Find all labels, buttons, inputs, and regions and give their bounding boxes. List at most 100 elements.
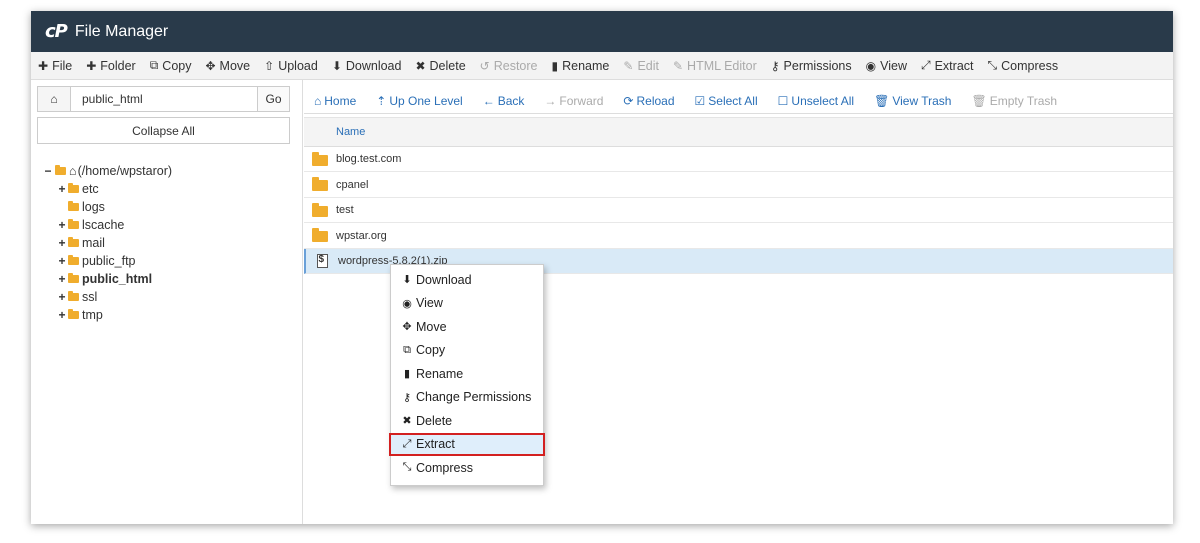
expand-toggle-icon[interactable]: +: [57, 236, 67, 250]
nav-up-one-level-button[interactable]: ⇡ Up One Level: [366, 94, 472, 108]
toolbar-rename-button[interactable]: ▮ Rename: [545, 59, 617, 73]
context-menu-compress[interactable]: ⤡ Compress: [391, 456, 543, 480]
context-menu-view[interactable]: ◉ View: [391, 292, 543, 316]
tree-item-etc[interactable]: + etc: [43, 180, 172, 198]
nav-button-label: Select All: [708, 93, 758, 108]
toolbar-button-label: File: [52, 58, 73, 73]
tree-item-ssl[interactable]: + ssl: [43, 288, 172, 306]
copy-icon: ⧉: [149, 58, 159, 72]
main-toolbar: ✚ File ✚ Folder ⧉ Copy ✥ Move ⇧ Upload ⬇ Download ✖ D…: [31, 52, 1173, 80]
nav-view-trash-button[interactable]: 🗑 View Trash: [864, 94, 961, 108]
toolbar-upload-button[interactable]: ⇧ Upload: [257, 59, 325, 73]
context-menu-download[interactable]: ⬇ Download: [391, 268, 543, 292]
toolbar-download-button[interactable]: ⬇ Download: [325, 59, 409, 73]
tree-root-label: (/home/wpstaror): [77, 164, 173, 178]
nav-button-label: Unselect All: [791, 93, 855, 108]
expand-toggle-icon[interactable]: +: [57, 272, 67, 286]
toolbar-permissions-button[interactable]: ⚷ Permissions: [764, 59, 859, 73]
folder-icon: [304, 228, 336, 242]
tree-item-public-ftp[interactable]: + public_ftp: [43, 252, 172, 270]
tree-item-mail[interactable]: + mail: [43, 234, 172, 252]
path-input[interactable]: [71, 87, 257, 111]
toolbar-compress-button[interactable]: ⤡ Compress: [981, 58, 1066, 73]
close-icon: ✖: [402, 415, 412, 428]
toolbar-restore-button[interactable]: ↺ Restore: [473, 59, 545, 73]
compress-icon: ⤡: [402, 461, 412, 474]
toolbar-view-button[interactable]: ◉ View: [859, 59, 914, 73]
compress-icon: ⤡: [987, 58, 998, 72]
context-menu-label: Rename: [416, 366, 464, 381]
folder-icon: [68, 201, 79, 211]
home-icon[interactable]: ⌂: [38, 87, 71, 111]
collapse-toggle-icon[interactable]: −: [43, 164, 53, 178]
expand-toggle-icon[interactable]: +: [57, 218, 67, 232]
path-bar: ⌂ Go: [37, 86, 290, 112]
tree-item-lscache[interactable]: + lscache: [43, 216, 172, 234]
context-menu-change-permissions[interactable]: ⚷ Change Permissions: [391, 386, 543, 410]
tree-item-label: public_html: [82, 272, 153, 286]
file-row[interactable]: cpanel: [304, 173, 1173, 198]
file-row[interactable]: test: [304, 198, 1173, 223]
expand-toggle-icon[interactable]: +: [57, 254, 67, 268]
collapse-all-button[interactable]: Collapse All: [37, 117, 290, 144]
toolbar-button-label: Edit: [637, 58, 659, 73]
restore-icon: ↺: [479, 58, 490, 73]
tree-item-tmp[interactable]: + tmp: [43, 306, 172, 324]
context-menu: ⬇ Download ◉ View ✥ Move ⧉ Copy ▮ Rename ⚷ Change P…: [389, 264, 545, 486]
title-bar: cP File Manager: [31, 11, 1173, 52]
file-icon: ▮: [551, 58, 559, 73]
home-icon: ⌂: [314, 93, 322, 108]
toolbar-button-label: Rename: [562, 58, 610, 73]
expand-toggle-icon[interactable]: +: [57, 182, 67, 196]
toolbar-button-label: Folder: [100, 58, 136, 73]
toolbar-html-editor-button[interactable]: ✎ HTML Editor: [666, 59, 764, 73]
go-button[interactable]: Go: [257, 87, 289, 111]
nav-select-all-button[interactable]: ☑ Select All: [685, 94, 768, 108]
nav-home-button[interactable]: ⌂ Home: [304, 94, 366, 108]
context-menu-label: Extract: [416, 437, 455, 452]
toolbar-edit-button[interactable]: ✎ Edit: [616, 59, 666, 73]
tree-item-label: public_ftp: [82, 254, 136, 268]
file-row[interactable]: blog.test.com: [304, 147, 1173, 172]
toolbar-extract-button[interactable]: ⤢ Extract: [914, 58, 981, 73]
toolbar-copy-button[interactable]: ⧉ Copy: [143, 58, 199, 73]
toolbar-delete-button[interactable]: ✖ Delete: [408, 59, 472, 73]
nav-back-button[interactable]: ← Back: [473, 94, 535, 108]
nav-empty-trash-button[interactable]: 🗑 Empty Trash: [961, 94, 1067, 108]
context-menu-extract[interactable]: ⤢ Extract: [389, 432, 545, 456]
toolbar-file-button[interactable]: ✚ File: [31, 59, 79, 73]
tree-root[interactable]: − ⌂ (/home/wpstaror): [43, 162, 172, 180]
expand-icon: ⤢: [920, 58, 931, 72]
trash-icon: 🗑: [874, 93, 890, 108]
context-menu-delete[interactable]: ✖ Delete: [391, 409, 543, 433]
file-name: wpstar.org: [336, 229, 387, 242]
name-column-header[interactable]: Name: [304, 117, 1173, 147]
toolbar-button-label: Download: [345, 58, 402, 73]
context-menu-move[interactable]: ✥ Move: [391, 315, 543, 339]
tree-item-public-html[interactable]: + public_html: [43, 270, 172, 288]
context-menu-copy[interactable]: ⧉ Copy: [391, 339, 543, 363]
plus-icon: ✚: [86, 58, 97, 73]
nav-reload-button[interactable]: ⟳ Reload: [613, 94, 684, 108]
file-name: test: [336, 204, 354, 216]
context-menu-rename[interactable]: ▮ Rename: [391, 362, 543, 386]
nav-button-label: Forward: [559, 93, 604, 108]
arrow-right-icon: →: [544, 93, 557, 108]
navigation-bar: ⌂ Home ⇡ Up One Level ← Back → Forward ⟳ Reload ☑ S…: [304, 88, 1173, 114]
folder-icon: [68, 219, 79, 229]
nav-forward-button[interactable]: → Forward: [534, 94, 613, 108]
level-up-icon: ⇡: [376, 93, 387, 108]
tree-item-logs[interactable]: logs: [43, 198, 172, 216]
expand-toggle-icon[interactable]: +: [57, 308, 67, 322]
file-row[interactable]: wpstar.org: [304, 224, 1173, 249]
folder-icon: [304, 151, 336, 166]
copy-icon: ⧉: [403, 343, 411, 356]
folder-icon: [68, 255, 79, 265]
expand-toggle-icon[interactable]: +: [57, 290, 67, 304]
folder-icon: [304, 177, 336, 191]
folder-icon: [304, 202, 336, 217]
context-menu-label: Download: [416, 272, 472, 287]
toolbar-move-button[interactable]: ✥ Move: [198, 59, 257, 73]
nav-unselect-all-button[interactable]: ☐ Unselect All: [768, 94, 864, 108]
toolbar-folder-button[interactable]: ✚ Folder: [79, 59, 143, 73]
